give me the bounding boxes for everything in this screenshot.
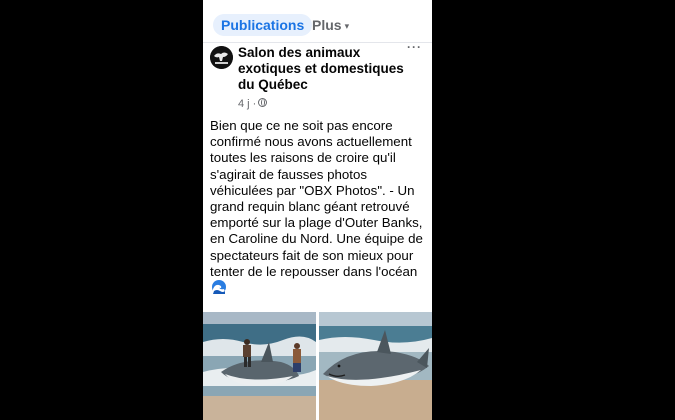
shark-photo-left[interactable] — [203, 312, 316, 420]
tab-more-label: Plus — [312, 17, 342, 33]
facebook-post-screen: Publications Plus ▾ Salon des animaux exo… — [203, 0, 432, 420]
profile-tabs: Publications Plus ▾ — [203, 8, 432, 43]
more-options-icon[interactable]: ··· — [407, 40, 422, 54]
shark-photo-right[interactable] — [319, 312, 432, 420]
post-text: Bien que ce ne soit pas encore confirmé … — [210, 118, 428, 296]
post-timestamp[interactable]: 4 j · — [238, 98, 256, 110]
post-meta: 4 j · — [238, 98, 268, 110]
page-avatar[interactable] — [210, 46, 233, 69]
tab-publications-label: Publications — [221, 17, 305, 33]
tab-publications[interactable]: Publications — [213, 14, 313, 36]
tab-more-dropdown[interactable]: Plus ▾ — [312, 14, 349, 36]
post-photos — [203, 312, 432, 420]
page-name-link[interactable]: Salon des animaux exotiques et domestiqu… — [238, 45, 408, 93]
wave-icon — [212, 280, 226, 295]
caret-down-icon: ▾ — [344, 21, 350, 31]
globe-icon — [258, 98, 268, 107]
post-body-text: Bien que ce ne soit pas encore confirmé … — [210, 118, 423, 279]
post-header: Salon des animaux exotiques et domestiqu… — [203, 40, 432, 114]
